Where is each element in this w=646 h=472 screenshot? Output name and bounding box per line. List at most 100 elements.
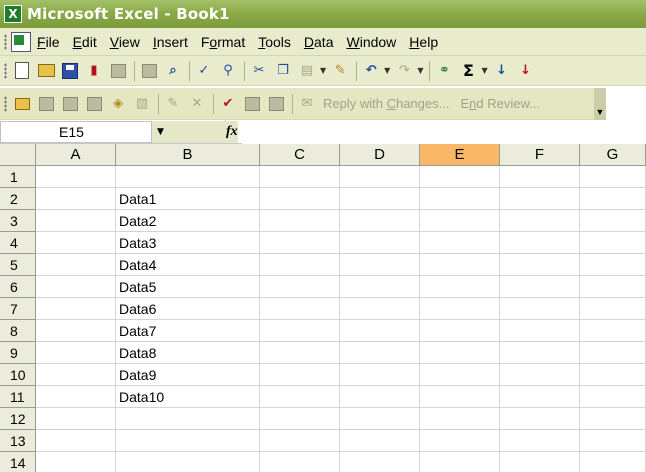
cell-c[interactable] [260,210,340,232]
row-header[interactable]: 14 [0,452,36,472]
cell-b[interactable] [116,166,260,188]
row-header[interactable]: 5 [0,254,36,276]
cell-a[interactable] [36,408,116,430]
cell-g[interactable] [580,320,646,342]
cell-g[interactable] [580,452,646,472]
cell-b[interactable]: Data1 [116,188,260,210]
show-ink-icon[interactable] [241,93,263,115]
hyperlink-icon[interactable]: ⚭ [433,60,455,82]
cell-e[interactable] [420,232,500,254]
send-to-mail-recipient-icon[interactable] [265,93,287,115]
open-icon[interactable] [35,60,57,82]
column-header-a[interactable]: A [36,144,116,166]
row-header[interactable]: 10 [0,364,36,386]
format-painter-icon[interactable]: ✎ [329,60,351,82]
toolbar-grip[interactable] [4,62,7,79]
cell-f[interactable] [500,298,580,320]
end-review-button[interactable]: End Review... [460,96,540,111]
cell-c[interactable] [260,408,340,430]
undo-dropdown-icon[interactable]: ▼ [384,66,390,75]
delete-comment-icon[interactable]: ▧ [131,93,153,115]
spelling-icon[interactable]: ✓ [193,60,215,82]
column-header-e[interactable]: E [420,144,500,166]
formula-input[interactable] [242,120,646,144]
cell-d[interactable] [340,452,420,472]
print-preview-icon[interactable]: ⌕ [162,60,184,82]
name-box[interactable]: E15 [0,120,152,143]
menu-insert[interactable]: Insert [153,34,188,50]
cell-a[interactable] [36,342,116,364]
cell-d[interactable] [340,364,420,386]
cell-d[interactable] [340,320,420,342]
cell-e[interactable] [420,408,500,430]
cell-c[interactable] [260,320,340,342]
cell-c[interactable] [260,188,340,210]
cell-e[interactable] [420,386,500,408]
menu-view[interactable]: View [110,34,140,50]
cut-icon[interactable]: ✂ [248,60,270,82]
cell-a[interactable] [36,232,116,254]
cell-g[interactable] [580,232,646,254]
new-comment-icon[interactable] [11,93,33,115]
cell-d[interactable] [340,166,420,188]
menu-format[interactable]: Format [201,34,245,50]
cell-b[interactable]: Data3 [116,232,260,254]
sort-ascending-icon[interactable]: ↓ [491,60,513,82]
cell-g[interactable] [580,210,646,232]
cell-e[interactable] [420,452,500,472]
show-all-comments-icon[interactable]: ◈ [107,93,129,115]
cell-e[interactable] [420,364,500,386]
undo-icon[interactable]: ↶ [360,60,382,82]
cell-c[interactable] [260,386,340,408]
cell-c[interactable] [260,276,340,298]
cell-f[interactable] [500,452,580,472]
cell-a[interactable] [36,254,116,276]
cell-f[interactable] [500,364,580,386]
sort-descending-icon[interactable]: ↓ [515,60,537,82]
menu-tools[interactable]: Tools [258,34,291,50]
select-all-corner[interactable] [0,144,36,166]
cell-b[interactable]: Data4 [116,254,260,276]
toolbar-options-icon[interactable]: ▼ [594,88,606,120]
reply-with-changes-icon[interactable]: ✉ [296,93,318,115]
menu-data[interactable]: Data [304,34,334,50]
cell-g[interactable] [580,254,646,276]
cell-f[interactable] [500,430,580,452]
cell-e[interactable] [420,188,500,210]
paste-dropdown-icon[interactable]: ▼ [320,66,326,75]
track-changes-icon[interactable]: ✎ [162,93,184,115]
cell-b[interactable]: Data8 [116,342,260,364]
cell-f[interactable] [500,188,580,210]
cell-e[interactable] [420,210,500,232]
cell-f[interactable] [500,210,580,232]
cell-c[interactable] [260,342,340,364]
cell-g[interactable] [580,342,646,364]
menu-help[interactable]: Help [409,34,438,50]
cell-d[interactable] [340,210,420,232]
menu-window[interactable]: Window [346,34,396,50]
cell-a[interactable] [36,210,116,232]
row-header[interactable]: 13 [0,430,36,452]
cell-d[interactable] [340,430,420,452]
cell-g[interactable] [580,430,646,452]
column-header-d[interactable]: D [340,144,420,166]
paste-icon[interactable]: ▤ [296,60,318,82]
cell-f[interactable] [500,386,580,408]
cell-e[interactable] [420,320,500,342]
cell-a[interactable] [36,364,116,386]
row-header[interactable]: 2 [0,188,36,210]
cell-b[interactable]: Data6 [116,298,260,320]
menu-bar-grip[interactable] [4,33,7,50]
cell-b[interactable]: Data10 [116,386,260,408]
row-header[interactable]: 9 [0,342,36,364]
research-icon[interactable]: ⚲ [217,60,239,82]
cell-c[interactable] [260,254,340,276]
cell-b[interactable] [116,408,260,430]
row-header[interactable]: 8 [0,320,36,342]
row-header[interactable]: 4 [0,232,36,254]
column-header-b[interactable]: B [116,144,260,166]
copy-icon[interactable]: ❐ [272,60,294,82]
cell-d[interactable] [340,188,420,210]
cell-g[interactable] [580,386,646,408]
cell-e[interactable] [420,342,500,364]
